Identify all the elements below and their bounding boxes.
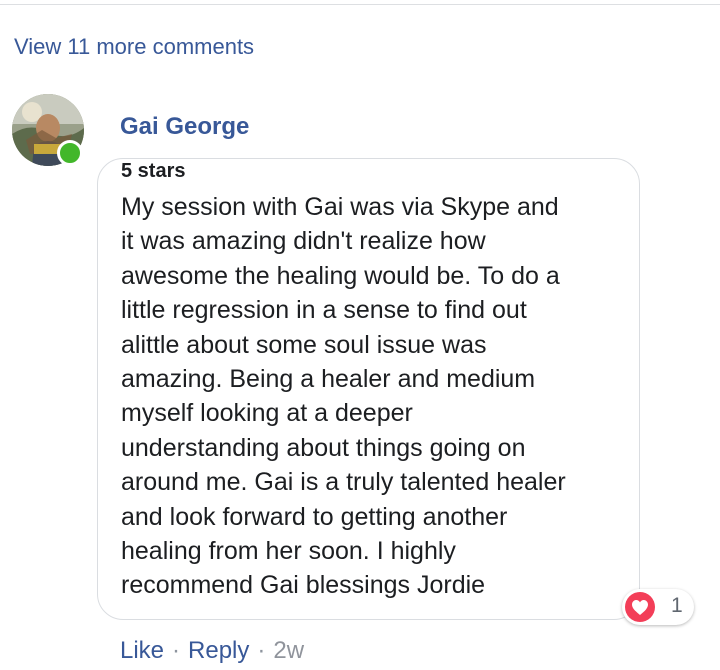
reaction-count: 1	[671, 594, 683, 617]
online-status-icon	[57, 140, 83, 166]
reply-button[interactable]: Reply	[188, 637, 249, 664]
comment-actions: Like · Reply · 2w	[120, 637, 304, 665]
separator: ·	[257, 637, 266, 664]
separator: ·	[172, 637, 181, 664]
like-button[interactable]: Like	[120, 637, 164, 664]
comment-author-name[interactable]: Gai George	[120, 113, 249, 141]
view-more-comments-link[interactable]: View 11 more comments	[14, 34, 254, 60]
heart-icon	[632, 600, 648, 615]
love-icon	[625, 592, 655, 622]
rating-label: 5 stars	[121, 160, 186, 182]
reaction-summary[interactable]: 1	[622, 589, 694, 625]
comment-timestamp[interactable]: 2w	[273, 637, 304, 664]
comment-thread: View 11 more comments Gai George 5 stars…	[0, 0, 720, 670]
comment-text: My session with Gai was via Skype and it…	[121, 193, 566, 600]
divider	[0, 4, 720, 5]
